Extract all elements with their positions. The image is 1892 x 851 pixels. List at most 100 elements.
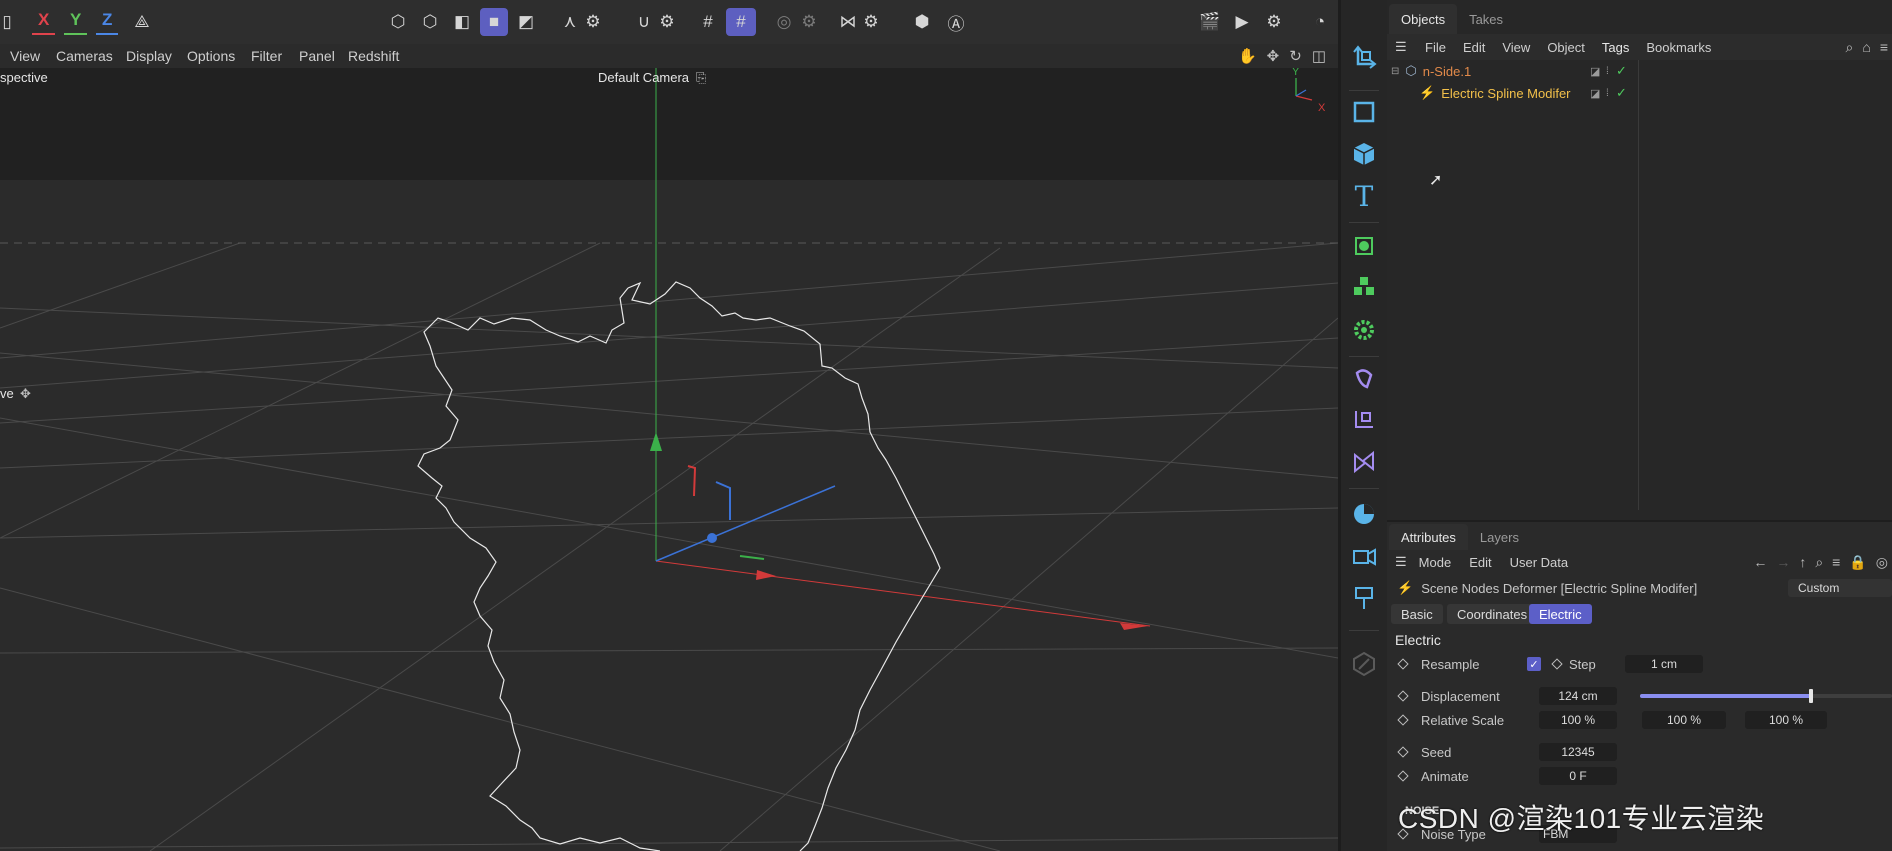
rectangle-spline-icon[interactable] xyxy=(1345,94,1383,130)
snap-settings-gear-icon[interactable]: ⚙ xyxy=(656,8,678,36)
menu-object[interactable]: Object xyxy=(1547,40,1585,55)
menu-user-data[interactable]: User Data xyxy=(1510,555,1569,570)
keyframe-diamond-icon[interactable] xyxy=(1551,658,1563,670)
menu-filter[interactable]: Filter xyxy=(251,48,282,64)
menu-view[interactable]: View xyxy=(10,48,40,64)
keyframe-diamond-icon[interactable] xyxy=(1397,714,1409,726)
seed-field[interactable]: 12345 xyxy=(1539,743,1617,761)
light-icon[interactable] xyxy=(1345,580,1383,616)
menu-mode[interactable]: Mode xyxy=(1419,555,1452,570)
step-field[interactable]: 1 cm xyxy=(1625,655,1703,673)
resample-checkbox[interactable]: ✓ xyxy=(1527,657,1541,671)
camera-icon[interactable]: ⎘ xyxy=(696,70,706,86)
editor-visibility-icon[interactable]: ◪ xyxy=(1590,87,1600,100)
soft-selection-icon[interactable]: ◎ xyxy=(770,8,798,36)
filter-icon[interactable]: ≡ xyxy=(1880,39,1888,55)
text-tool-icon[interactable]: T xyxy=(1345,178,1383,214)
render-visibility-dots-icon[interactable]: ⁞ xyxy=(1606,66,1609,77)
back-arrow-icon[interactable]: ← xyxy=(1753,554,1767,570)
layout-icon[interactable]: ▯ xyxy=(0,8,14,36)
menu-panel[interactable]: Panel xyxy=(299,48,335,64)
move-tool-icon[interactable] xyxy=(1345,38,1383,74)
new-panel-icon[interactable]: ◎ xyxy=(1876,554,1888,571)
collapse-icon[interactable]: ⊟ xyxy=(1391,66,1399,77)
menu-view[interactable]: View xyxy=(1502,40,1530,55)
keyframe-diamond-icon[interactable] xyxy=(1397,690,1409,702)
redshift-icon[interactable]: ◔ xyxy=(1306,8,1334,36)
workplane-icon[interactable]: # xyxy=(726,8,756,36)
soft-selection-gear-icon[interactable]: ⚙ xyxy=(798,8,820,36)
polygons-mode-icon[interactable]: ◧ xyxy=(448,8,476,36)
grid-snap-icon[interactable]: # xyxy=(694,8,722,36)
sculpt-icon[interactable] xyxy=(1345,646,1383,682)
cloner-icon[interactable] xyxy=(1345,270,1383,306)
x-axis-toggle[interactable]: X xyxy=(32,10,56,35)
render-settings-icon[interactable]: ⚙ xyxy=(1260,8,1288,36)
y-axis-toggle[interactable]: Y xyxy=(64,10,88,35)
tab-takes[interactable]: Takes xyxy=(1457,4,1515,34)
cube-icon[interactable] xyxy=(1345,136,1383,172)
relative-scale-z-field[interactable]: 100 % xyxy=(1745,711,1827,729)
hamburger-menu-icon[interactable]: ☰ xyxy=(1395,554,1407,570)
axis-mode-icon[interactable]: ⋏ xyxy=(556,8,584,36)
maximize-view-icon[interactable]: ◫ xyxy=(1312,47,1326,65)
menu-options[interactable]: Options xyxy=(187,48,235,64)
environment-icon[interactable] xyxy=(1345,496,1383,532)
displacement-slider[interactable] xyxy=(1640,689,1892,703)
search-icon[interactable]: ⌕ xyxy=(1815,554,1823,571)
editor-visibility-icon[interactable]: ◪ xyxy=(1590,65,1600,78)
3d-viewport[interactable]: spective Default Camera ⎘ ve ✥ Y X xyxy=(0,68,1338,851)
move-handle-icon[interactable]: ✥ xyxy=(20,386,31,402)
animate-field[interactable]: 0 F xyxy=(1539,767,1617,785)
deformer-icon[interactable] xyxy=(1345,360,1383,396)
subtab-coordinates[interactable]: Coordinates xyxy=(1447,604,1538,624)
menu-display[interactable]: Display xyxy=(126,48,172,64)
edges-mode-icon[interactable]: ⬡ xyxy=(416,8,444,36)
tab-objects[interactable]: Objects xyxy=(1389,4,1458,34)
keyframe-diamond-icon[interactable] xyxy=(1397,746,1409,758)
axis-settings-gear-icon[interactable]: ⚙ xyxy=(582,8,604,36)
forward-arrow-icon[interactable]: → xyxy=(1776,554,1790,570)
camera-object-icon[interactable] xyxy=(1345,538,1383,574)
effector-gear-icon[interactable] xyxy=(1345,312,1383,348)
uv-mode-icon[interactable]: ◩ xyxy=(512,8,540,36)
z-axis-toggle[interactable]: Z xyxy=(96,10,119,35)
lock-icon[interactable]: 🔒 xyxy=(1849,554,1866,571)
symmetry-gear-icon[interactable]: ⚙ xyxy=(860,8,882,36)
viewport-solo-icon[interactable]: ⬢ xyxy=(908,8,936,36)
menu-cameras[interactable]: Cameras xyxy=(56,48,113,64)
render-visibility-dots-icon[interactable]: ⁞ xyxy=(1606,88,1609,99)
menu-redshift[interactable]: Redshift xyxy=(348,48,399,64)
tree-item-electric-spline[interactable]: ⚡ Electric Spline Modifer ◪ ⁞ ✓ xyxy=(1387,82,1892,104)
search-icon[interactable]: ⌕ xyxy=(1846,39,1854,56)
menu-edit[interactable]: Edit xyxy=(1463,40,1485,55)
enabled-check-icon[interactable]: ✓ xyxy=(1616,85,1627,101)
generator-icon[interactable] xyxy=(1345,228,1383,264)
field-icon[interactable] xyxy=(1345,402,1383,438)
filter-icon[interactable]: ≡ xyxy=(1832,554,1840,570)
menu-edit[interactable]: Edit xyxy=(1469,555,1491,570)
mode-dropdown[interactable]: Custom xyxy=(1788,579,1892,597)
viewport-camera-name[interactable]: Default Camera xyxy=(598,70,689,85)
rotate-camera-icon[interactable]: ↻ xyxy=(1289,47,1302,65)
hamburger-menu-icon[interactable]: ☰ xyxy=(1395,39,1413,55)
render-picture-viewer-icon[interactable]: ▶ xyxy=(1228,8,1256,36)
tab-attributes[interactable]: Attributes xyxy=(1389,524,1468,550)
coordinate-system-icon[interactable]: ⟁ xyxy=(128,8,156,36)
menu-file[interactable]: File xyxy=(1425,40,1446,55)
enabled-check-icon[interactable]: ✓ xyxy=(1616,63,1627,79)
tree-item-nside[interactable]: ⊟ ⬡ n-Side.1 ◪ ⁞ ✓ xyxy=(1387,60,1892,82)
points-mode-icon[interactable]: ⬡ xyxy=(384,8,412,36)
relative-scale-x-field[interactable]: 100 % xyxy=(1539,711,1617,729)
keyframe-diamond-icon[interactable] xyxy=(1397,658,1409,670)
subtab-basic[interactable]: Basic xyxy=(1391,604,1443,624)
snap-magnet-icon[interactable]: ∪ xyxy=(630,8,658,36)
model-mode-icon[interactable]: ■ xyxy=(480,8,508,36)
render-view-icon[interactable]: 🎬 xyxy=(1196,8,1224,36)
displacement-slider-knob[interactable] xyxy=(1809,689,1813,703)
symmetry-icon[interactable]: ⋈ xyxy=(834,8,862,36)
relative-scale-y-field[interactable]: 100 % xyxy=(1642,711,1726,729)
subtab-electric[interactable]: Electric xyxy=(1529,604,1592,624)
viewport-view-name[interactable]: spective xyxy=(0,70,48,85)
pan-hand-icon[interactable]: ✋ xyxy=(1238,47,1257,65)
